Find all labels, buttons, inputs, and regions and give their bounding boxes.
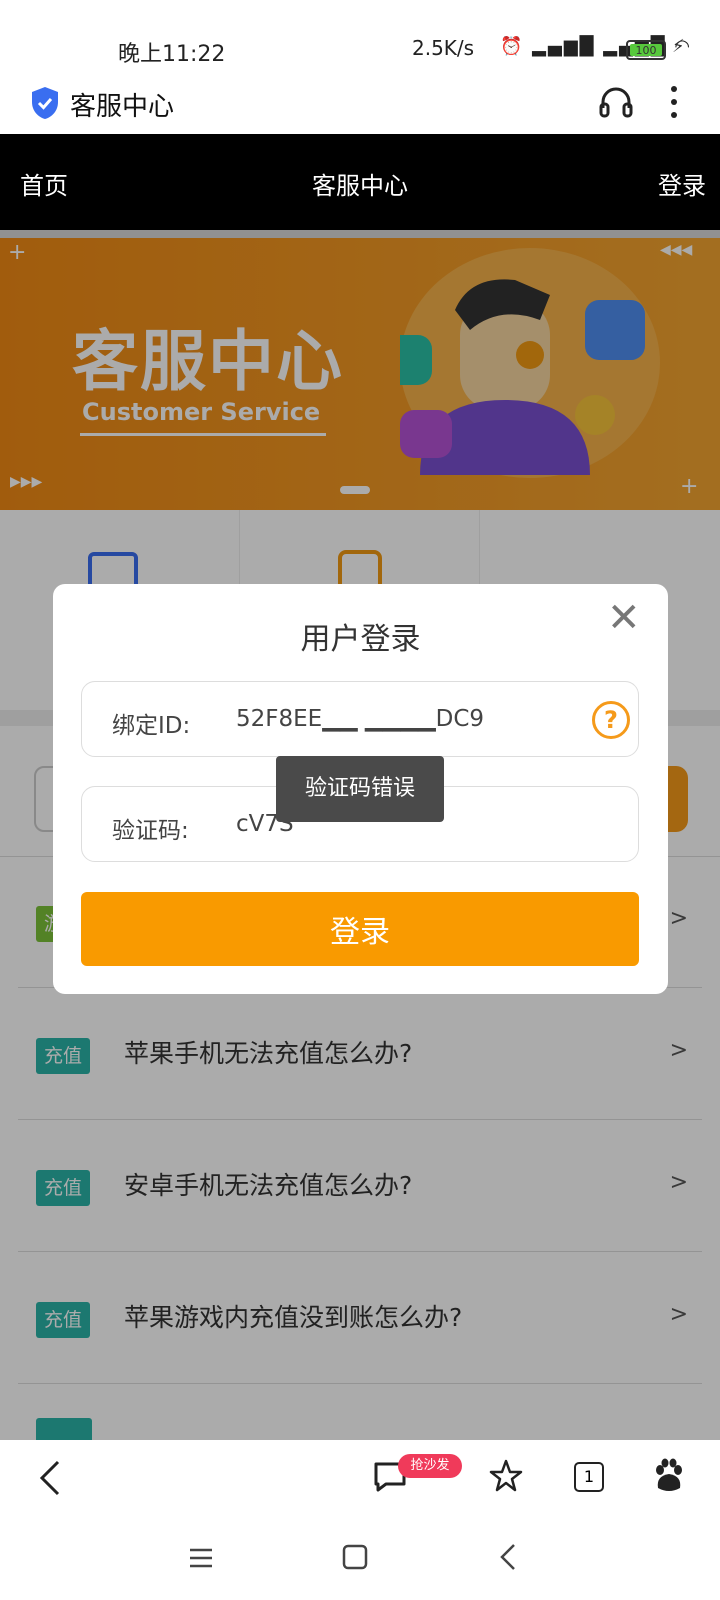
captcha-label: 验证码: (112, 818, 189, 844)
back-nav-icon[interactable] (498, 1542, 518, 1572)
back-icon[interactable] (36, 1458, 66, 1498)
site-header: 客服中心 首页 登录 (0, 134, 720, 230)
page-url-title: 客服中心 (70, 92, 175, 122)
home-link[interactable]: 首页 (20, 166, 68, 201)
status-bar: 晚上11:22 2.5K/s ⏰ ▂▄▆█ ▂▄▆█ ◠ 100 ⚡ (0, 0, 720, 76)
star-icon[interactable] (488, 1458, 524, 1494)
site-header-title: 客服中心 (312, 172, 408, 200)
baidu-paw-icon[interactable] (652, 1458, 686, 1494)
dialog-title: 用户登录 (300, 622, 421, 657)
bind-id-value[interactable]: 52F8EE▁▁ ▁▁▁▁DC9 (236, 706, 484, 732)
home-icon[interactable] (342, 1544, 368, 1570)
bind-id-label: 绑定ID: (112, 713, 191, 739)
tabs-icon[interactable]: 1 (574, 1462, 604, 1492)
header-login-link[interactable]: 登录 (658, 166, 706, 201)
bind-id-field[interactable]: 绑定ID: 52F8EE▁▁ ▁▁▁▁DC9 ? (81, 681, 639, 757)
close-icon[interactable]: ✕ (607, 598, 641, 638)
network-speed: 2.5K/s (412, 36, 475, 60)
comment-badge: 抢沙发 (398, 1454, 462, 1478)
kebab-menu-icon[interactable] (668, 82, 680, 122)
battery-icon: 100 (626, 40, 666, 60)
shield-check-icon (32, 87, 58, 119)
error-toast: 验证码错误 (276, 756, 444, 822)
charging-icon: ⚡ (672, 36, 685, 57)
menu-icon[interactable] (188, 1546, 214, 1570)
browser-toolbar: 1 (0, 1440, 720, 1528)
headset-icon[interactable] (598, 84, 634, 120)
browser-address-bar[interactable]: 客服中心 (0, 76, 720, 134)
status-time: 晚上11:22 (118, 42, 226, 67)
system-nav-bar (0, 1528, 720, 1600)
login-button[interactable]: 登录 (81, 892, 639, 966)
help-icon[interactable]: ? (592, 701, 630, 739)
